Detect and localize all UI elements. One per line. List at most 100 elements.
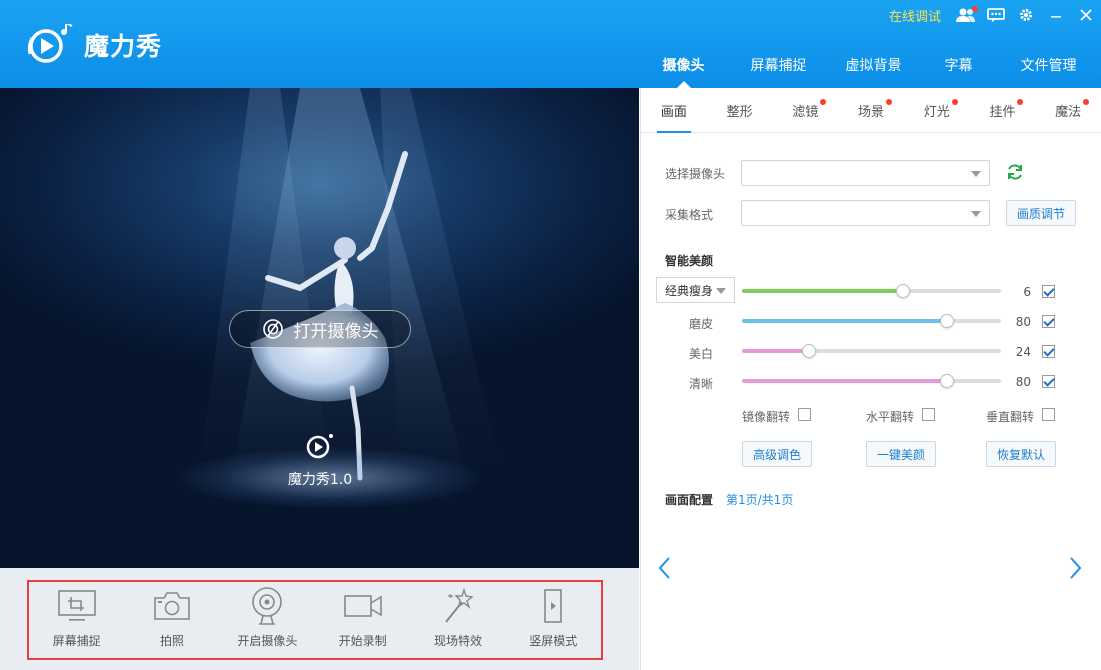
open-camera-label: 打开摄像头 <box>293 321 379 342</box>
refresh-icon[interactable] <box>1005 162 1025 185</box>
whiten-checkbox[interactable] <box>1042 345 1055 358</box>
open-camera-button[interactable]: 打开摄像头 <box>229 310 411 348</box>
vertical-flip-checkbox[interactable] <box>1042 408 1055 421</box>
smooth-slider[interactable] <box>742 314 1001 328</box>
sharpen-label: 清晰 <box>688 377 713 391</box>
slider-fill <box>742 319 947 323</box>
tab-file-management[interactable]: 文件管理 <box>996 42 1101 88</box>
tool-label: 屏幕捕捉 <box>52 634 101 648</box>
new-badge <box>1083 99 1090 105</box>
slim-checkbox[interactable] <box>1042 285 1055 298</box>
live-effects-tool[interactable]: 现场特效 <box>410 582 505 658</box>
slider-fill <box>742 289 903 293</box>
camera-select[interactable] <box>741 160 990 186</box>
tab-subtitles[interactable]: 字幕 <box>921 42 996 88</box>
watermark-text: 魔力秀1.0 <box>287 472 353 488</box>
tab-screen-capture[interactable]: 屏幕捕捉 <box>731 42 826 88</box>
whiten-value: 24 <box>1015 345 1031 359</box>
portrait-mode-tool[interactable]: 竖屏模式 <box>506 582 601 658</box>
new-badge <box>1017 99 1024 105</box>
horizontal-flip-checkbox[interactable] <box>922 408 935 421</box>
subtab-pendant[interactable]: 挂件 <box>970 88 1036 132</box>
page-info[interactable]: 第1页/共1页 <box>726 491 793 508</box>
close-icon[interactable] <box>1071 0 1101 30</box>
slim-value: 6 <box>1023 285 1031 299</box>
app-name: 魔力秀 <box>84 32 163 61</box>
smooth-value: 80 <box>1015 315 1031 329</box>
new-badge <box>820 99 827 105</box>
portrait-icon <box>543 586 563 626</box>
smooth-label: 磨皮 <box>688 317 713 331</box>
magic-wand-icon <box>442 586 474 626</box>
tool-label: 竖屏模式 <box>529 634 578 648</box>
user-group-icon[interactable] <box>951 0 981 30</box>
sharpen-slider[interactable] <box>742 374 1001 388</box>
slider-thumb[interactable] <box>802 344 817 358</box>
advanced-color-button[interactable]: 高级调色 <box>742 441 812 467</box>
beauty-preset-select[interactable]: 经典瘦身 <box>656 277 735 303</box>
chevron-down-icon <box>971 171 981 177</box>
whiten-slider[interactable] <box>742 344 1001 358</box>
sharpen-checkbox[interactable] <box>1042 375 1055 388</box>
message-icon[interactable] <box>981 0 1011 30</box>
start-camera-tool[interactable]: 开启摄像头 <box>220 582 315 658</box>
settings-panel: 画面 整形 滤镜 场景 灯光 挂件 魔法 选择摄像头 采集格式 画质调节 智能美… <box>640 88 1101 670</box>
prev-page-icon[interactable] <box>655 555 675 581</box>
window-controls: 在线调试 <box>889 0 1101 30</box>
quality-adjust-button[interactable]: 画质调节 <box>1006 200 1076 226</box>
app-logo: 魔力秀 <box>24 24 162 66</box>
sub-tabs: 画面 整形 滤镜 场景 灯光 挂件 魔法 <box>641 88 1101 133</box>
tab-virtual-background[interactable]: 虚拟背景 <box>826 42 921 88</box>
bottom-toolbar: 屏幕捕捉 拍照 开启摄像头 开始录制 现场特效 竖屏模式 <box>27 580 603 660</box>
chevron-down-icon <box>971 211 981 217</box>
watermark-logo-icon <box>306 434 333 459</box>
gear-icon[interactable] <box>1011 0 1041 30</box>
subtab-lighting[interactable]: 灯光 <box>904 88 970 132</box>
restore-default-button[interactable]: 恢复默认 <box>986 441 1056 467</box>
tool-label: 现场特效 <box>433 634 482 648</box>
sharpen-value: 80 <box>1015 375 1031 389</box>
subtab-reshape[interactable]: 整形 <box>707 88 773 132</box>
horizontal-flip-label: 水平翻转 <box>866 410 915 424</box>
logo-icon <box>27 24 73 63</box>
capture-format-label: 采集格式 <box>665 208 714 222</box>
slider-thumb[interactable] <box>939 374 954 388</box>
tab-camera[interactable]: 摄像头 <box>636 42 731 88</box>
notification-dot <box>972 6 978 12</box>
video-icon <box>343 586 383 626</box>
select-camera-label: 选择摄像头 <box>665 167 726 181</box>
start-recording-tool[interactable]: 开始录制 <box>315 582 410 658</box>
chevron-down-icon <box>716 288 726 294</box>
main-tabs: 摄像头 屏幕捕捉 虚拟背景 字幕 文件管理 <box>636 42 1101 88</box>
slider-thumb[interactable] <box>895 284 910 298</box>
online-debug-link[interactable]: 在线调试 <box>889 6 941 25</box>
new-badge <box>951 99 958 105</box>
slider-fill <box>742 379 947 383</box>
slider-thumb[interactable] <box>939 314 954 328</box>
subtab-scene[interactable]: 场景 <box>838 88 904 132</box>
next-page-icon[interactable] <box>1065 555 1085 581</box>
format-select[interactable] <box>741 200 990 226</box>
subtab-filter[interactable]: 滤镜 <box>772 88 838 132</box>
vertical-flip-label: 垂直翻转 <box>986 410 1035 424</box>
beauty-title: 智能美颜 <box>665 254 714 268</box>
mirror-flip-checkbox[interactable] <box>798 408 811 421</box>
camera-preview: 打开摄像头 魔力秀1.0 <box>0 88 639 568</box>
screen-capture-tool[interactable]: 屏幕捕捉 <box>29 582 124 658</box>
slider-fill <box>742 349 810 353</box>
tool-label: 开启摄像头 <box>237 634 298 648</box>
minimize-icon[interactable] <box>1041 0 1071 30</box>
picture-config-title: 画面配置 <box>665 493 714 507</box>
photo-tool[interactable]: 拍照 <box>124 582 219 658</box>
camera-icon <box>152 586 192 626</box>
slim-slider[interactable] <box>742 284 1001 298</box>
app-header: 魔力秀 在线调试 摄像头 屏幕捕捉 虚拟背景 字幕 文件管理 <box>0 0 1101 88</box>
new-badge <box>885 99 892 105</box>
subtab-magic[interactable]: 魔法 <box>1035 88 1101 132</box>
one-click-beauty-button[interactable]: 一键美颜 <box>866 441 936 467</box>
camera-lens-icon <box>262 319 283 339</box>
subtab-picture[interactable]: 画面 <box>641 88 707 133</box>
smooth-checkbox[interactable] <box>1042 315 1055 328</box>
whiten-label: 美白 <box>688 347 713 361</box>
tool-label: 拍照 <box>159 634 184 648</box>
